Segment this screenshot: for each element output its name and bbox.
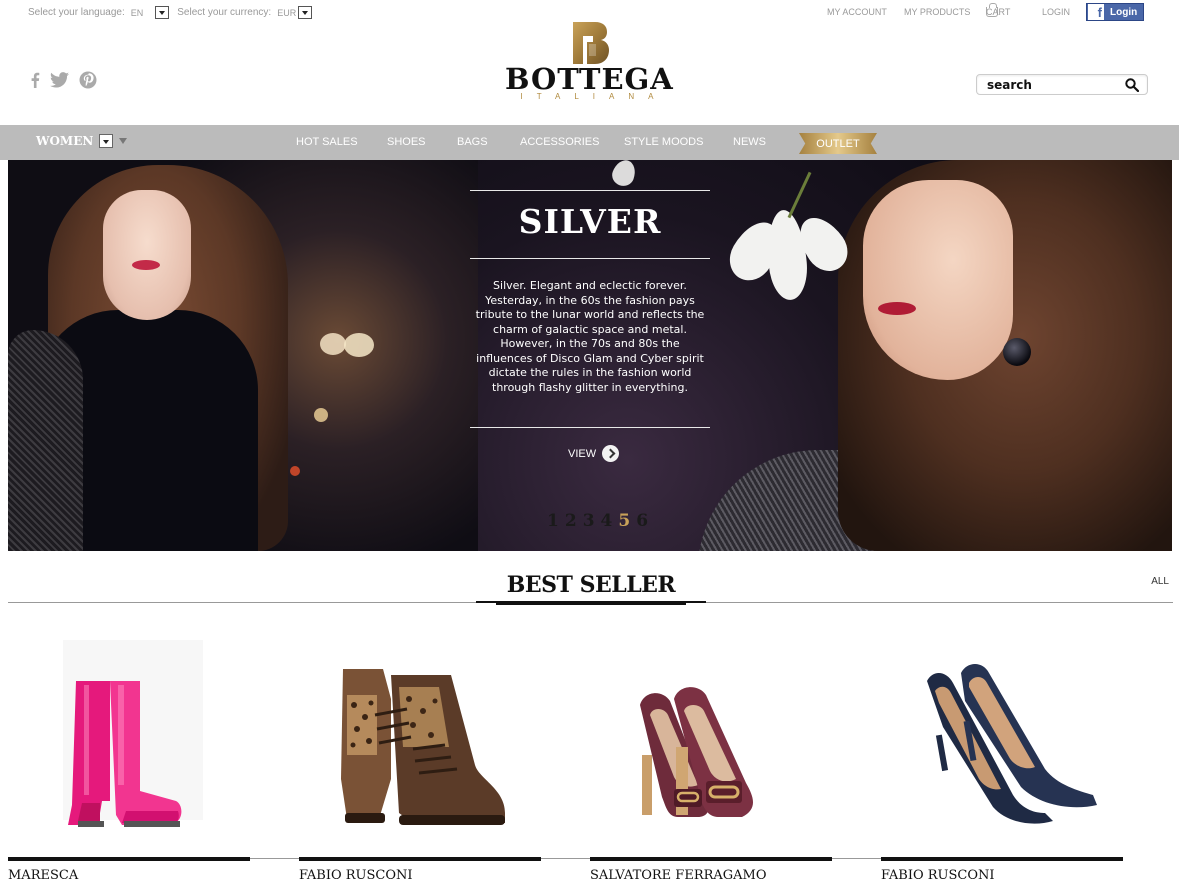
product-underline <box>8 857 250 861</box>
product-image[interactable] <box>299 625 541 855</box>
main-navigation: WOMEN HOT SALES SHOES BAGS ACCESSORIES S… <box>0 125 1179 160</box>
product-brand[interactable]: FABIO RUSCONI <box>881 868 995 883</box>
divider <box>832 858 881 859</box>
department-select[interactable]: WOMEN <box>36 134 128 148</box>
pinterest-icon[interactable] <box>79 71 97 89</box>
currency-value: EUR <box>277 7 297 18</box>
nav-item-accessories[interactable]: ACCESSORIES <box>520 136 599 148</box>
bokeh-light <box>314 408 328 422</box>
social-links <box>30 71 97 89</box>
view-all-link[interactable]: ALL <box>1151 576 1169 587</box>
department-label: WOMEN <box>36 134 94 148</box>
facebook-icon[interactable] <box>30 72 40 88</box>
product-image[interactable] <box>590 625 832 855</box>
model-left-lips <box>132 260 160 270</box>
product-image[interactable] <box>881 625 1123 855</box>
nav-item-shoes[interactable]: SHOES <box>387 136 426 148</box>
product-underline <box>881 857 1123 861</box>
section-title-underline <box>496 601 686 605</box>
brand-name: BOTTEGA <box>505 62 674 96</box>
language-label: Select your language: <box>28 7 125 18</box>
cart-label: CART <box>986 7 1011 17</box>
my-products-link[interactable]: MY PRODUCTS <box>904 7 970 17</box>
language-value: EN <box>130 7 144 18</box>
pager-page[interactable]: 3 <box>583 511 595 531</box>
login-link[interactable]: LOGIN <box>1042 7 1070 17</box>
product-brand[interactable]: FABIO RUSCONI <box>299 868 413 883</box>
locale-selectors: Select your language: EN Select your cur… <box>28 6 313 19</box>
bokeh-light <box>290 466 300 476</box>
search-icon[interactable] <box>1125 78 1139 92</box>
arrow-right-icon <box>602 445 620 462</box>
product-card[interactable]: FABIO RUSCONI <box>299 625 541 888</box>
nav-item-bags[interactable]: BAGS <box>457 136 488 148</box>
product-card[interactable]: FABIO RUSCONI <box>881 625 1123 888</box>
product-underline <box>590 857 832 861</box>
product-brand[interactable]: SALVATORE FERRAGAMO <box>590 868 767 883</box>
chevron-down-icon[interactable] <box>298 6 313 19</box>
caret-down-icon <box>119 138 128 144</box>
hero-view-label: VIEW <box>568 447 597 460</box>
chevron-down-icon[interactable] <box>99 134 114 148</box>
product-image[interactable] <box>8 625 250 855</box>
search-box <box>976 74 1148 95</box>
hero-pagination: 1 2 3 4 5 6 <box>547 511 648 531</box>
hero-divider <box>470 190 710 191</box>
pager-page[interactable]: 6 <box>636 511 648 531</box>
product-underline <box>299 857 541 861</box>
model-left-face <box>103 190 191 320</box>
hero-description: Silver. Elegant and eclectic forever. Ye… <box>475 279 705 394</box>
model-right-face <box>863 180 1013 380</box>
brand-tagline: ITALIANA <box>520 92 668 101</box>
nav-item-hot-sales[interactable]: HOT SALES <box>296 136 358 148</box>
search-input[interactable] <box>977 75 1117 94</box>
divider <box>541 858 590 859</box>
model-right-lips <box>878 302 916 315</box>
currency-label: Select your currency: <box>177 7 272 18</box>
product-card[interactable]: SALVATORE FERRAGAMO <box>590 625 832 888</box>
divider <box>250 858 299 859</box>
pager-page[interactable]: 4 <box>601 511 613 531</box>
brand-logo[interactable]: BOTTEGA ITALIANA <box>505 22 673 102</box>
hero-banner[interactable]: SILVER Silver. Elegant and eclectic fore… <box>8 160 1172 551</box>
hero-divider <box>470 258 710 259</box>
chevron-down-icon[interactable] <box>155 6 170 19</box>
product-card[interactable]: MARESCA <box>8 625 250 888</box>
pager-page[interactable]: 1 <box>547 511 559 531</box>
language-select[interactable]: EN <box>131 6 170 19</box>
bokeh-light <box>344 333 374 357</box>
section-title: BEST SELLER <box>506 572 676 598</box>
hero-text-panel: SILVER Silver. Elegant and eclectic fore… <box>470 160 710 551</box>
hero-view-button[interactable]: VIEW <box>568 445 620 462</box>
facebook-login-button[interactable]: f Login <box>1086 3 1144 21</box>
my-account-link[interactable]: MY ACCOUNT <box>827 7 887 17</box>
hero-divider <box>470 427 710 428</box>
hero-title: SILVER <box>518 202 662 241</box>
bokeh-light <box>320 333 346 355</box>
model-left-sequin-jacket <box>8 330 83 551</box>
twitter-icon[interactable] <box>50 72 69 88</box>
nav-item-outlet[interactable]: OUTLET <box>799 133 877 154</box>
currency-select[interactable]: EUR <box>277 6 313 19</box>
nav-item-style-moods[interactable]: STYLE MOODS <box>624 136 703 148</box>
model-right-earring <box>1003 338 1031 366</box>
nav-item-news[interactable]: NEWS <box>733 136 766 148</box>
product-brand[interactable]: MARESCA <box>8 868 78 883</box>
pager-page-active[interactable]: 5 <box>618 511 630 531</box>
logo-mark-icon <box>569 22 609 64</box>
facebook-icon: f <box>1088 4 1104 20</box>
pager-page[interactable]: 2 <box>565 511 577 531</box>
facebook-login-label: Login <box>1110 6 1138 18</box>
